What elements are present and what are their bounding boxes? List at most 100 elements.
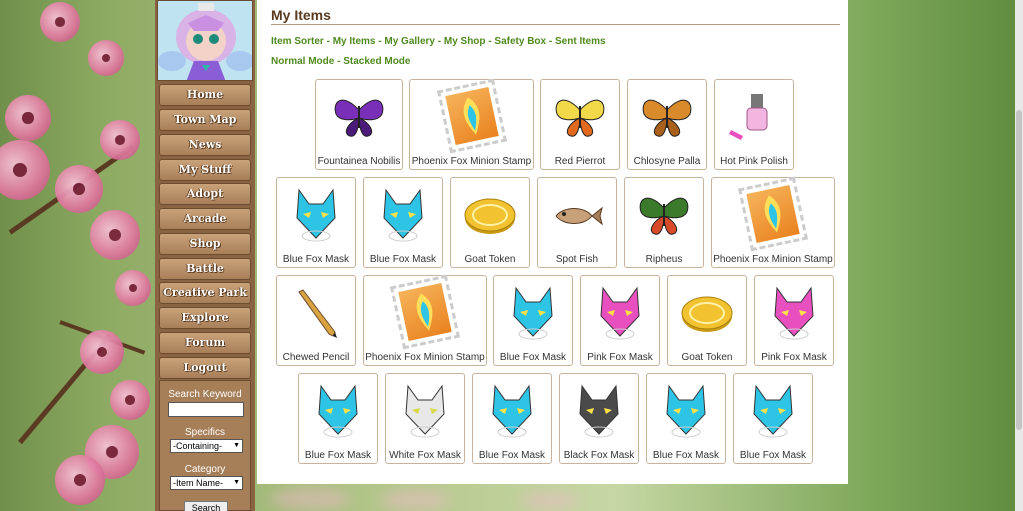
item-tile[interactable]: Blue Fox Mask [276, 177, 356, 268]
item-tile[interactable]: Spot Fish [537, 177, 617, 268]
blue-fox-mask-icon [311, 384, 365, 438]
green-butterfly-icon [637, 188, 691, 242]
pink-fox-mask-icon [593, 286, 647, 340]
link-stacked-mode[interactable]: Stacked Mode [343, 56, 410, 67]
nav-creative-park[interactable]: Creative Park [159, 282, 251, 304]
page-scrollbar[interactable] [1015, 0, 1023, 511]
item-tile[interactable]: Goat Token [450, 177, 530, 268]
item-name: Pink Fox Mask [587, 352, 653, 363]
dropdown-arrow-icon: ▼ [233, 479, 240, 486]
page-title: My Items [271, 7, 331, 23]
item-tile[interactable]: Phoenix Fox Minion Stamp [363, 274, 487, 366]
gold-token-icon [463, 188, 517, 242]
nav-logout[interactable]: Logout [159, 357, 251, 379]
link-item-sorter[interactable]: Item Sorter [271, 36, 324, 47]
item-name: Hot Pink Polish [720, 156, 788, 167]
item-tile[interactable]: Black Fox Mask [559, 373, 639, 464]
item-tile[interactable]: Pink Fox Mask [580, 275, 660, 366]
item-tile[interactable]: Blue Fox Mask [493, 275, 573, 366]
category-label: Category [184, 464, 226, 475]
category-value: -Item Name- [173, 478, 224, 488]
white-fox-mask-icon [398, 384, 452, 438]
pink-fox-mask-icon [767, 286, 821, 340]
blue-fox-mask-icon [506, 286, 560, 340]
item-name: Fountainea Nobilis [317, 156, 401, 167]
category-select[interactable]: -Item Name- ▼ [170, 476, 243, 490]
item-tile[interactable]: Blue Fox Mask [472, 373, 552, 464]
search-keyword-input[interactable] [168, 402, 244, 417]
item-tile[interactable]: Pink Fox Mask [754, 275, 834, 366]
item-name: Phoenix Fox Minion Stamp [365, 352, 485, 363]
item-name: Phoenix Fox Minion Stamp [411, 156, 532, 167]
pencil-icon [289, 286, 343, 340]
avatar[interactable] [157, 0, 253, 81]
blue-fox-mask-icon [376, 188, 430, 242]
stamp-icon [737, 176, 809, 252]
nav-adopt[interactable]: Adopt [159, 183, 251, 205]
yellow-butterfly-icon [553, 90, 607, 144]
item-name: Blue Fox Mask [369, 254, 437, 265]
mode-links-row: Normal Mode - Stacked Mode [271, 56, 411, 67]
item-tile[interactable]: White Fox Mask [385, 373, 465, 464]
item-name: Black Fox Mask [563, 450, 635, 461]
link-my-gallery[interactable]: My Gallery [384, 36, 435, 47]
item-name: Blue Fox Mask [478, 450, 546, 461]
stamp-icon [389, 274, 461, 350]
item-tile[interactable]: Fountainea Nobilis [315, 79, 403, 170]
item-tile[interactable]: Phoenix Fox Minion Stamp [711, 176, 835, 268]
item-tile[interactable]: Blue Fox Mask [363, 177, 443, 268]
scrollbar-thumb[interactable] [1016, 110, 1022, 430]
item-name: White Fox Mask [389, 450, 461, 461]
item-name: Ripheus [645, 254, 683, 265]
nav-arcade[interactable]: Arcade [159, 208, 251, 230]
nav-my-stuff[interactable]: My Stuff [159, 159, 251, 181]
item-name: Chewed Pencil [282, 352, 350, 363]
blue-fox-mask-icon [746, 384, 800, 438]
nav-town-map[interactable]: Town Map [159, 109, 251, 131]
item-links-row: Item Sorter - My Items - My Gallery - My… [271, 36, 606, 47]
item-name: Red Pierrot [554, 156, 606, 167]
item-tile[interactable]: Blue Fox Mask [298, 373, 378, 464]
item-tile[interactable]: Blue Fox Mask [646, 373, 726, 464]
black-fox-mask-icon [572, 384, 626, 438]
item-name: Phoenix Fox Minion Stamp [713, 254, 833, 265]
item-name: Blue Fox Mask [739, 450, 807, 461]
orange-butterfly-icon [640, 90, 694, 144]
item-tile[interactable]: Blue Fox Mask [733, 373, 813, 464]
item-name: Blue Fox Mask [499, 352, 567, 363]
item-tile[interactable]: Chlosyne Palla [627, 79, 707, 170]
blue-fox-mask-icon [289, 188, 343, 242]
search-button[interactable]: Search [184, 501, 228, 511]
specifics-label: Specifics [184, 427, 225, 438]
item-name: Goat Token [464, 254, 516, 265]
dropdown-arrow-icon: ▼ [233, 442, 240, 449]
item-name: Blue Fox Mask [304, 450, 372, 461]
sidebar: Home Town Map News My Stuff Adopt Arcade… [155, 0, 255, 511]
item-tile[interactable]: Goat Token [667, 275, 747, 366]
nav-explore[interactable]: Explore [159, 307, 251, 329]
item-tile[interactable]: Red Pierrot [540, 79, 620, 170]
link-normal-mode[interactable]: Normal Mode [271, 56, 334, 67]
link-sent-items[interactable]: Sent Items [555, 36, 606, 47]
item-tile[interactable]: Chewed Pencil [276, 275, 356, 366]
item-tile[interactable]: Ripheus [624, 177, 704, 268]
nav-news[interactable]: News [159, 134, 251, 156]
nav-shop[interactable]: Shop [159, 233, 251, 255]
link-safety-box[interactable]: Safety Box [494, 36, 546, 47]
blue-fox-mask-icon [485, 384, 539, 438]
nav-forum[interactable]: Forum [159, 332, 251, 354]
nav-battle[interactable]: Battle [159, 258, 251, 280]
nav-home[interactable]: Home [159, 84, 251, 106]
specifics-select[interactable]: -Containing- ▼ [170, 439, 243, 453]
fish-icon [550, 188, 604, 242]
title-divider [271, 24, 840, 25]
item-name: Blue Fox Mask [652, 450, 720, 461]
link-my-shop[interactable]: My Shop [444, 36, 486, 47]
item-tile[interactable]: Phoenix Fox Minion Stamp [409, 78, 534, 170]
item-name: Chlosyne Palla [633, 156, 701, 167]
link-my-items[interactable]: My Items [333, 36, 376, 47]
item-tile[interactable]: Hot Pink Polish [714, 79, 794, 170]
search-panel: Search Keyword Specifics -Containing- ▼ … [159, 380, 251, 511]
item-name: Blue Fox Mask [282, 254, 350, 265]
nail-polish-icon [727, 90, 781, 144]
